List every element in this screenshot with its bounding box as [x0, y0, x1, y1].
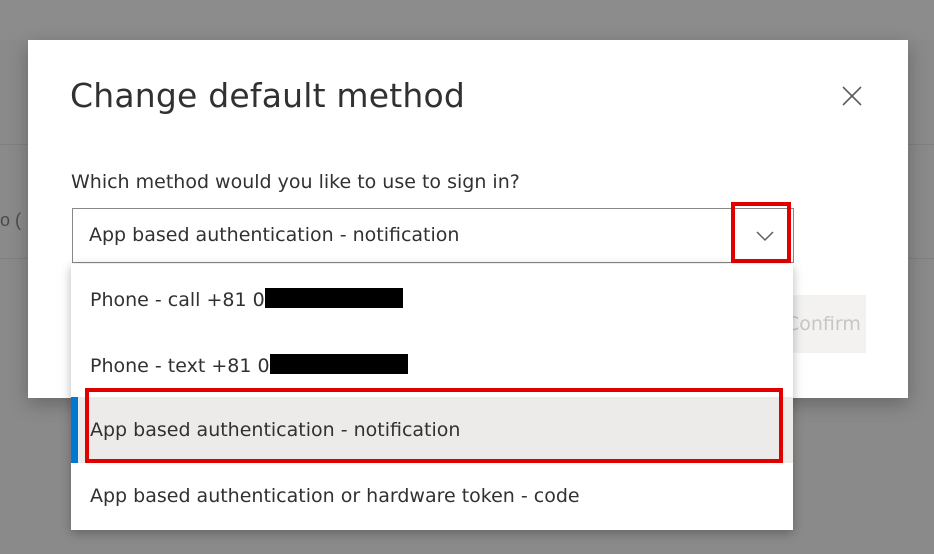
redacted-phone-number — [269, 354, 408, 374]
option-app-notification[interactable]: App based authentication - notification — [71, 397, 793, 463]
dialog-title: Change default method — [70, 76, 466, 115]
option-label: Phone - call +81 0 — [90, 289, 265, 311]
background-partial-text: o ( — [0, 210, 22, 230]
option-label: App based authentication - notification — [90, 419, 461, 441]
method-question-label: Which method would you like to use to si… — [71, 171, 520, 193]
dropdown-toggle-button[interactable] — [735, 208, 795, 263]
option-phone-call[interactable]: Phone - call +81 0 — [71, 266, 793, 332]
select-current-value: App based authentication - notification — [89, 224, 460, 246]
option-app-code[interactable]: App based authentication or hardware tok… — [71, 463, 793, 529]
redacted-phone-number — [264, 288, 403, 308]
background-header — [0, 0, 934, 40]
close-button[interactable] — [836, 80, 868, 112]
close-icon — [842, 86, 862, 106]
chevron-down-icon — [756, 231, 774, 242]
method-select[interactable]: App based authentication - notification — [72, 208, 794, 263]
confirm-button-label: Confirm — [786, 313, 861, 335]
option-phone-text[interactable]: Phone - text +81 0 — [71, 332, 793, 398]
selected-indicator — [71, 397, 78, 463]
option-label: Phone - text +81 0 — [90, 355, 270, 377]
screen: o ( Change default method Which method w… — [0, 0, 934, 554]
option-label: App based authentication or hardware tok… — [90, 485, 580, 507]
method-dropdown-list: Phone - call +81 0 Phone - text +81 0 Ap… — [71, 264, 793, 530]
